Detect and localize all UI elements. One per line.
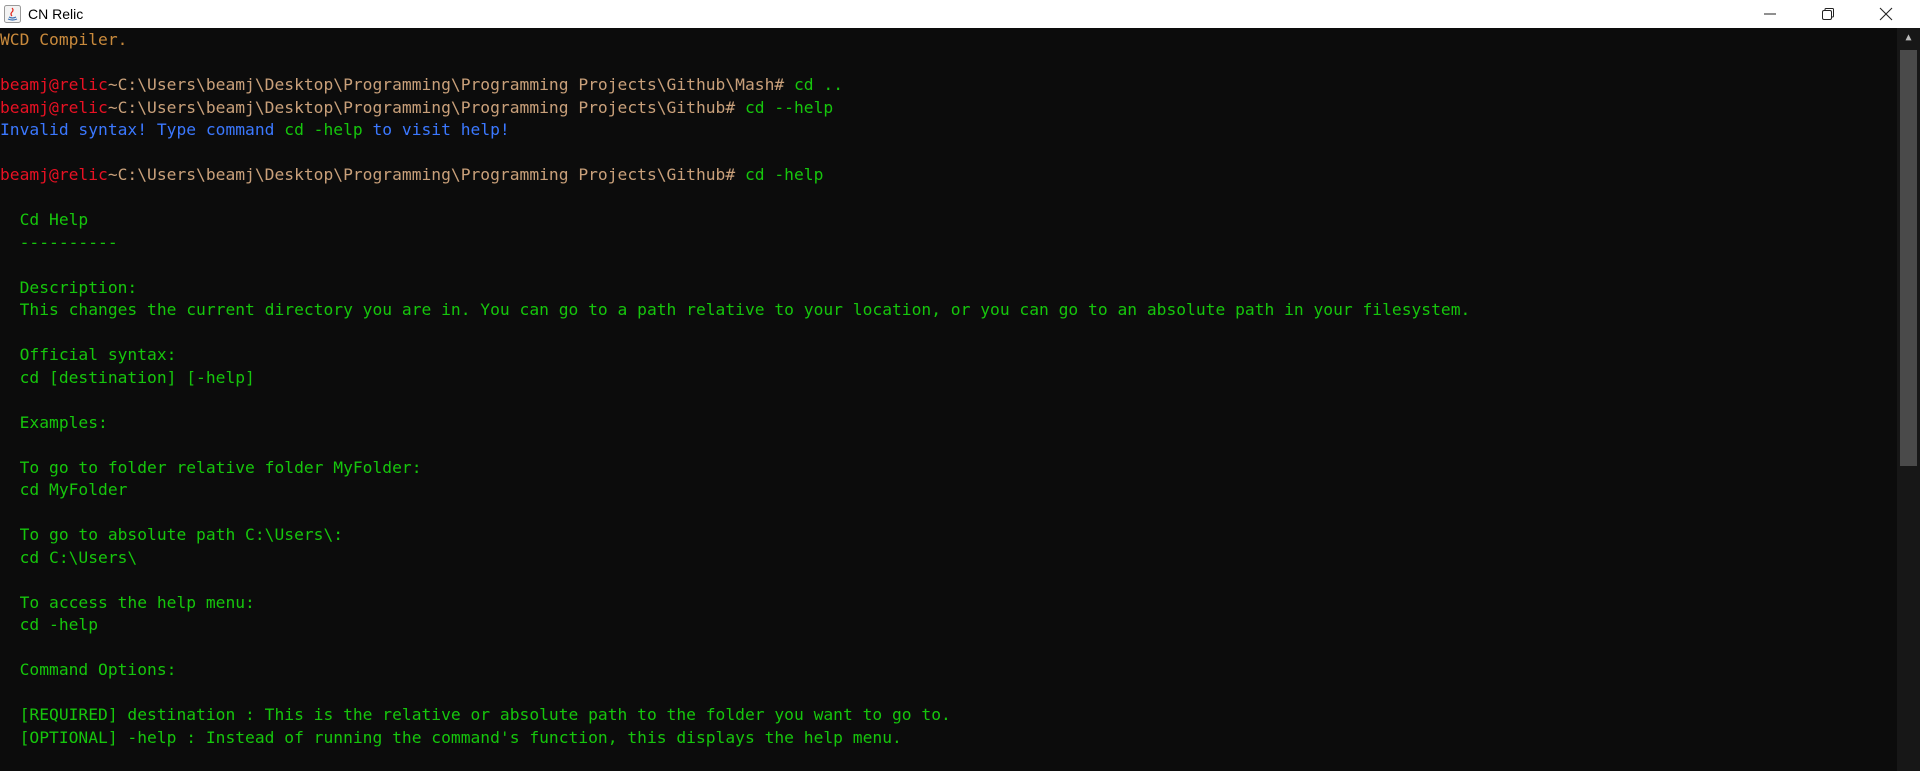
help-line: To go to absolute path C:\Users\: [0,524,343,546]
help-text: cd C:\Users\ [0,547,138,567]
prompt-line: beamj@relic~C:\Users\beamj\Desktop\Progr… [0,97,833,119]
help-line: To access the help menu: [0,592,255,614]
minimize-icon [1764,13,1776,15]
help-text: Cd Help [0,210,89,229]
help-line: cd MyFolder [0,479,128,501]
help-line: Description: [0,277,138,299]
help-line: This changes the current directory you a… [0,299,1471,321]
prompt-command: cd -help [735,165,824,184]
output-line: WCD Compiler. [0,29,127,51]
help-line: [REQUIRED] destination : This is the rel… [0,704,951,726]
help-text: This changes the current directory you a… [0,300,1471,319]
help-text: Official syntax: [0,345,177,364]
prompt-user: beamj@relic [0,97,108,117]
error-text: Invalid syntax! Type command [0,120,285,139]
minimize-button[interactable] [1742,0,1798,28]
console-output[interactable]: WCD Compiler. beamj@relic~C:\Users\beamj\… [0,28,1897,771]
scroll-up-arrow-icon[interactable]: ▲ [1897,28,1920,48]
close-icon [1879,7,1893,21]
help-line: cd C:\Users\ [0,547,138,569]
error-text: to visit help! [362,120,510,139]
help-text: ---------- [0,232,118,252]
help-text: cd [destination] [-help] [0,367,255,387]
title-bar[interactable]: CN Relic [0,0,1920,28]
help-text: Command Options: [0,660,177,679]
help-text: [REQUIRED] destination : This is the rel… [0,705,951,724]
prompt-path: ~C:\Users\beamj\Desktop\Programming\Prog… [107,75,785,94]
help-line: cd [destination] [-help] [0,367,255,389]
help-line: Cd Help [0,209,89,231]
help-text: To access the help menu: [0,592,255,612]
restore-button[interactable] [1800,0,1856,28]
help-line: To go to folder relative folder MyFolder… [0,457,422,479]
error-line: Invalid syntax! Type command cd -help to… [0,119,510,141]
help-text: To go to folder relative folder MyFolder… [0,457,422,477]
vertical-scrollbar[interactable]: ▲ [1897,28,1920,771]
prompt-line: beamj@relic~C:\Users\beamj\Desktop\Progr… [0,74,843,96]
error-command-hint: cd -help [284,120,363,139]
help-line: Command Options: [0,659,177,681]
prompt-path: ~C:\Users\beamj\Desktop\Programming\Prog… [107,97,736,117]
prompt-line: beamj@relic~C:\Users\beamj\Desktop\Progr… [0,164,823,186]
help-text: Description: [0,277,138,297]
help-text: To go to absolute path C:\Users\: [0,525,344,544]
help-line: cd -help [0,614,98,636]
close-button[interactable] [1858,0,1914,28]
window-title: CN Relic [28,6,84,22]
help-line: ---------- [0,232,118,254]
help-text: cd MyFolder [0,480,128,499]
help-text: Examples: [0,412,108,432]
prompt-user: beamj@relic [0,75,108,94]
prompt-path: ~C:\Users\beamj\Desktop\Programming\Prog… [107,165,736,184]
restore-icon [1822,8,1834,20]
prompt-command: cd --help [735,97,834,117]
help-line: [OPTIONAL] -help : Instead of running th… [0,727,902,749]
help-text: cd -help [0,615,99,634]
java-app-icon [4,5,21,23]
help-line: Official syntax: [0,344,177,366]
help-text: [OPTIONAL] -help : Instead of running th… [0,727,902,747]
prompt-command: cd .. [784,75,844,94]
help-line: Examples: [0,412,108,434]
scroll-thumb[interactable] [1900,50,1917,466]
output-text: WCD Compiler. [0,30,128,49]
prompt-user: beamj@relic [0,165,108,184]
